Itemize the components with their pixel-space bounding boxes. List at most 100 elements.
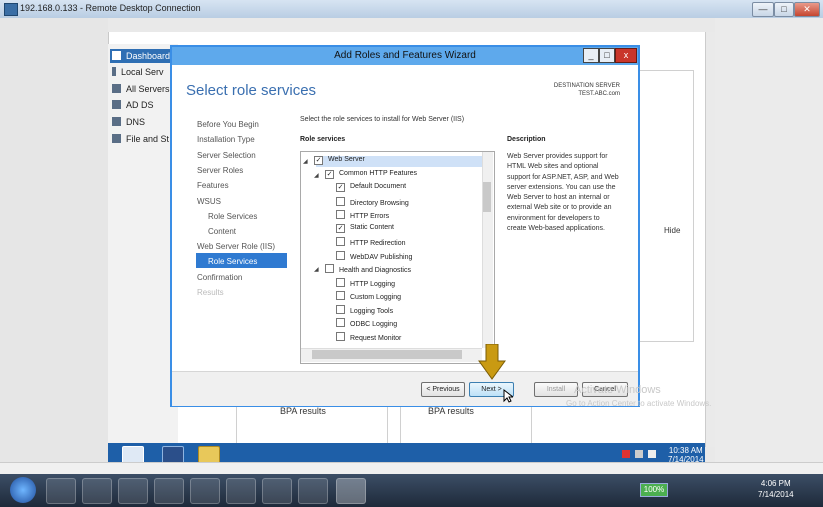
expand-arrow-icon[interactable]: ◢ [314, 266, 319, 273]
step-before-you-begin[interactable]: Before You Begin [197, 120, 259, 129]
step-content[interactable]: Content [208, 227, 236, 236]
checkbox[interactable] [336, 291, 345, 300]
expand-arrow-icon[interactable]: ◢ [303, 158, 308, 165]
checkbox[interactable]: ✓ [336, 183, 345, 192]
tree-item-http-logging[interactable]: HTTP Logging [336, 278, 395, 288]
battery-indicator[interactable]: 100% [640, 483, 668, 497]
desktop-right-margin [715, 18, 823, 462]
remote-desktop-taskbar-icon[interactable] [336, 478, 366, 504]
internet-explorer-icon[interactable] [46, 478, 76, 504]
description-header: Description [507, 136, 546, 143]
checkbox[interactable] [336, 210, 345, 219]
dns-icon [112, 117, 121, 126]
start-button[interactable] [10, 477, 36, 503]
checkbox[interactable] [336, 278, 345, 287]
checkbox[interactable]: ✓ [336, 224, 345, 233]
description-text: Web Server provides support for HTML Web… [507, 153, 619, 233]
checkbox[interactable]: ✓ [314, 156, 323, 165]
tree-item-logging-tools[interactable]: Logging Tools [336, 305, 393, 315]
checkbox[interactable]: ✓ [325, 170, 334, 179]
wizard-minimize-button[interactable]: _ [583, 48, 599, 63]
tree-item-request-monitor[interactable]: Request Monitor [336, 332, 401, 342]
step-web-server-role[interactable]: Web Server Role (IIS) [197, 242, 275, 251]
dashboard-tile [636, 70, 694, 342]
checkbox[interactable] [336, 332, 345, 341]
step-installation-type[interactable]: Installation Type [197, 135, 255, 144]
tree-scroll-thumb[interactable] [483, 182, 491, 212]
checkbox[interactable] [325, 264, 334, 273]
step-server-roles[interactable]: Server Roles [197, 166, 243, 175]
tree-item-directory-browsing[interactable]: Directory Browsing [336, 197, 409, 207]
media-player-icon[interactable] [118, 478, 148, 504]
step-wsus-role-services[interactable]: Role Services [208, 212, 257, 221]
nav-all-servers[interactable]: All Servers [112, 84, 170, 94]
step-wsus[interactable]: WSUS [197, 197, 221, 206]
install-button[interactable]: Install [534, 382, 578, 397]
minimize-button[interactable]: — [752, 2, 774, 17]
activation-watermark-title: Activate Windows [574, 384, 661, 396]
tree-item-http-redirection[interactable]: HTTP Redirection [336, 237, 406, 247]
flag-icon[interactable] [622, 450, 630, 458]
speaker-icon[interactable] [648, 450, 656, 458]
hide-link[interactable]: Hide [664, 226, 680, 235]
step-results: Results [197, 288, 224, 297]
page-title: Select role services [186, 82, 317, 99]
nav-local-server[interactable]: Local Serv [112, 67, 164, 77]
checkbox[interactable] [336, 197, 345, 206]
checkbox[interactable] [336, 318, 345, 327]
close-button[interactable]: ✕ [794, 2, 820, 17]
wizard-title: Add Roles and Features Wizard [334, 50, 476, 61]
previous-button[interactable]: < Previous [421, 382, 465, 397]
ad-ds-icon [112, 100, 121, 109]
tree-item-odbc-logging[interactable]: ODBC Logging [336, 318, 397, 328]
nav-file-storage[interactable]: File and St [112, 134, 169, 144]
bpa-results-2[interactable]: BPA results [428, 406, 474, 416]
file-explorer-icon[interactable] [82, 478, 112, 504]
tree-item-common-http[interactable]: ✓ Common HTTP Features [325, 170, 417, 179]
instruction-text: Select the role services to install for … [300, 116, 465, 123]
restore-button[interactable]: □ [774, 2, 794, 17]
tray-icons[interactable] [676, 486, 746, 494]
tree-item-health-diagnostics[interactable]: Health and Diagnostics [325, 264, 411, 274]
bpa-results-1[interactable]: BPA results [280, 406, 326, 416]
tree-item-custom-logging[interactable]: Custom Logging [336, 291, 401, 301]
step-features[interactable]: Features [197, 181, 229, 190]
word-icon[interactable] [298, 478, 328, 504]
tree-item-webdav[interactable]: WebDAV Publishing [336, 251, 412, 261]
outlook-icon[interactable] [262, 478, 292, 504]
network-icon[interactable] [635, 450, 643, 458]
step-role-services-label: Role Services [208, 257, 258, 266]
mouse-cursor-icon [503, 389, 513, 403]
destination-server: DESTINATION SERVER TEST.ABC.com [553, 83, 620, 97]
tree-hscroll-thumb[interactable] [312, 350, 462, 359]
tree-item-default-document[interactable]: ✓ Default Document [336, 183, 406, 192]
wizard-maximize-button[interactable]: □ [599, 48, 615, 63]
down-arrow-icon [478, 344, 506, 380]
rdp-title: 192.168.0.133 - Remote Desktop Connectio… [20, 3, 201, 13]
dashboard-icon [112, 51, 121, 60]
nav-dns[interactable]: DNS [112, 117, 145, 127]
rdp-app-icon [4, 3, 18, 16]
wizard-title-bar[interactable]: Add Roles and Features Wizard [172, 47, 638, 65]
file-storage-icon [112, 134, 121, 143]
checkbox[interactable] [336, 251, 345, 260]
tree-item-web-server[interactable]: ✓ Web Server [314, 156, 365, 165]
checkbox[interactable] [336, 237, 345, 246]
checkbox[interactable] [336, 305, 345, 314]
host-clock[interactable]: 4:06 PM 7/14/2014 [758, 478, 794, 500]
step-server-selection[interactable]: Server Selection [197, 151, 256, 160]
server-icon [112, 67, 116, 76]
desktop-left-margin [0, 18, 108, 462]
expand-arrow-icon[interactable]: ◢ [314, 172, 319, 179]
folder-icon[interactable] [226, 478, 256, 504]
nav-ad-ds[interactable]: AD DS [112, 100, 154, 110]
nav-dashboard[interactable]: Dashboard [110, 49, 176, 63]
wizard-close-button[interactable]: x [615, 48, 637, 63]
app-icon[interactable] [154, 478, 184, 504]
chrome-icon[interactable] [190, 478, 220, 504]
step-confirmation[interactable]: Confirmation [197, 273, 242, 282]
tree-item-http-errors[interactable]: HTTP Errors [336, 210, 389, 220]
role-services-header: Role services [300, 136, 346, 143]
tree-item-static-content[interactable]: ✓ Static Content [336, 224, 394, 233]
rdp-title-bar[interactable]: 192.168.0.133 - Remote Desktop Connectio… [0, 0, 823, 19]
